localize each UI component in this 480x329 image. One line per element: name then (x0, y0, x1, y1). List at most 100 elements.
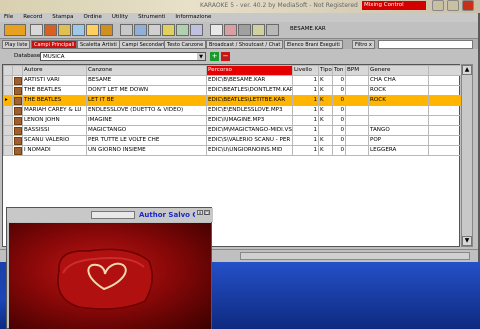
cell-tipo: K (318, 95, 333, 106)
row-indicator (3, 125, 13, 136)
scroll-up-icon[interactable]: ▲ (462, 65, 472, 75)
close-button[interactable] (462, 0, 474, 11)
video-title-bar[interactable]: Author Salvo Gile x □ (7, 208, 213, 222)
options-dropdown-button[interactable] (4, 24, 26, 36)
help-icon[interactable] (252, 24, 265, 36)
video-close-button[interactable]: x (197, 210, 203, 215)
cell-filler (428, 85, 462, 96)
table-header: Autore Canzone Percorso Livello Tipo Ton… (3, 65, 462, 76)
mixing-control-label[interactable]: Mixing Control (362, 1, 426, 10)
minimize-button[interactable] (432, 0, 444, 11)
song-type-icon (12, 135, 23, 146)
table-row[interactable]: I NOMADI UN GIORNO INSIEME EDIC\U\UNGIORNO… (3, 145, 462, 156)
menu-strumenti[interactable]: Strumenti (138, 13, 165, 22)
song-type-icon (12, 85, 23, 96)
menu-record[interactable]: Record (23, 13, 42, 22)
folder-icon[interactable] (58, 24, 71, 36)
cell-canzone: UN GIORNO INSIEME (86, 145, 207, 156)
microphone-icon[interactable] (100, 24, 113, 36)
lyrics-icon[interactable] (162, 24, 175, 36)
filter-input[interactable] (378, 40, 473, 49)
current-song-label: BESAME.KAR (290, 26, 326, 32)
exit-icon[interactable] (266, 24, 279, 36)
cell-genere (368, 115, 429, 126)
table-row[interactable]: THE BEATLES DON'T LET ME DOWN EDIC\BEATLES… (3, 85, 462, 96)
menu-utility[interactable]: Utility (112, 13, 128, 22)
scroll-down-icon[interactable]: ▼ (462, 236, 472, 246)
menu-informazione[interactable]: Informazione (175, 13, 211, 22)
column-header-genere[interactable]: Genere (368, 65, 429, 76)
record-icon[interactable] (224, 24, 237, 36)
table-row[interactable]: MARIAH CAREY & LU ENDLESSLOVE (DUETTO & V… (3, 105, 462, 116)
video-preview-window[interactable]: Author Salvo Gile x □ (6, 207, 213, 329)
menu-ordine[interactable]: Ordine (83, 13, 101, 22)
tab-campi-secondari[interactable]: Campi Secondari (119, 40, 168, 49)
mixer-icon[interactable] (238, 24, 251, 36)
print-icon[interactable] (120, 24, 133, 36)
cell-canzone: ENDLESSLOVE (DUETTO & VIDEO) (86, 105, 207, 116)
video-window-controls: x □ (197, 210, 210, 215)
column-header-tipo[interactable]: Tipo (318, 65, 333, 76)
cell-filler (428, 115, 462, 126)
search-icon[interactable] (134, 24, 147, 36)
cell-bpm (345, 75, 369, 86)
tab-testo-canzone[interactable]: Testo Canzone (164, 40, 207, 49)
cell-bpm (345, 95, 369, 106)
settings-icon[interactable] (148, 24, 161, 36)
column-header-bpm[interactable]: BPM (345, 65, 369, 76)
video-icon[interactable] (176, 24, 189, 36)
tab-campi-principali[interactable]: Campi Principali (31, 40, 78, 49)
cell-autore: THE BEATLES (22, 95, 87, 106)
cell-percorso: EDIC\M\MAGICTANGO-MIDI.VS (206, 125, 293, 136)
vertical-scrollbar[interactable]: ▲ ▼ (461, 64, 473, 247)
database-select[interactable]: MUSICA ▼ (40, 52, 206, 61)
remove-button[interactable]: − (221, 52, 230, 61)
menu-file[interactable]: File (4, 13, 13, 22)
table-row[interactable]: SCANU VALERIO PER TUTTE LE VOLTE CHE EDIC\… (3, 135, 462, 146)
tab-elenco-brani[interactable]: Elenco Brani Eseguiti (284, 40, 343, 49)
cell-ton: 0 (332, 115, 346, 126)
tab-broadcast[interactable]: Broadcast / Shoutcast / Chat (206, 40, 284, 49)
column-header-autore[interactable]: Autore (22, 65, 87, 76)
column-header-canzone[interactable]: Canzone (86, 65, 207, 76)
song-type-icon (12, 125, 23, 136)
cell-livello: 1 (292, 105, 319, 116)
tab-play-liste[interactable]: Play liste (2, 40, 31, 49)
row-indicator (3, 105, 13, 116)
column-header-percorso[interactable]: Percorso (206, 65, 293, 76)
cell-bpm (345, 135, 369, 146)
cell-autore: LENON JOHN (22, 115, 87, 126)
tab-filtro[interactable]: Filtro x (352, 40, 375, 49)
row-indicator: ▸ (3, 95, 13, 106)
video-maximize-button[interactable]: □ (204, 210, 210, 215)
maximize-button[interactable] (447, 0, 459, 11)
cell-percorso: EDIC\B\BESAME.KAR (206, 75, 293, 86)
title-bar[interactable]: KARAOKE 5 - ver. 40.2 by MediaSoft - Not… (0, 0, 480, 13)
cell-livello: 1 (292, 145, 319, 156)
menu-stampa[interactable]: Stampa (52, 13, 73, 22)
table-row[interactable]: ▸ THE BEATLES LET IT BE EDIC\BEATLES\LETITB… (3, 95, 462, 106)
table-row[interactable]: ARTISTI VARI BESAME EDIC\B\BESAME.KAR 1 K 0 CH… (3, 75, 462, 86)
video-input-field[interactable] (91, 211, 135, 219)
music-note-icon[interactable] (30, 24, 43, 36)
cell-ton: 0 (332, 75, 346, 86)
cell-tipo: K (318, 115, 333, 126)
header-indicator (3, 65, 13, 76)
table-row[interactable]: LENON JOHN IMAGINE EDIC\I\IMAGINE.MP3 1 K 0 (3, 115, 462, 126)
cell-percorso: EDIC\E\ENDLESSLOVE.MP3 (206, 105, 293, 116)
cell-tipo: K (318, 135, 333, 146)
table-row[interactable]: BASSISSI MAGICTANGO EDIC\M\MAGICTANGO-MIDI… (3, 125, 462, 136)
monitor-icon[interactable] (190, 24, 203, 36)
cell-ton: 0 (332, 95, 346, 106)
tab-scaletta-artisti[interactable]: Scaletta Artisti (77, 40, 120, 49)
add-button[interactable]: + (210, 52, 219, 61)
row-indicator (3, 75, 13, 86)
playlist-icon[interactable] (72, 24, 85, 36)
cell-percorso: EDIC\I\IMAGINE.MP3 (206, 115, 293, 126)
column-header-livello[interactable]: Livello (292, 65, 319, 76)
info-icon[interactable] (210, 24, 223, 36)
star-icon[interactable] (86, 24, 99, 36)
cell-genere: TANGO (368, 125, 429, 136)
column-header-ton[interactable]: Ton (332, 65, 346, 76)
edit-icon[interactable] (44, 24, 57, 36)
